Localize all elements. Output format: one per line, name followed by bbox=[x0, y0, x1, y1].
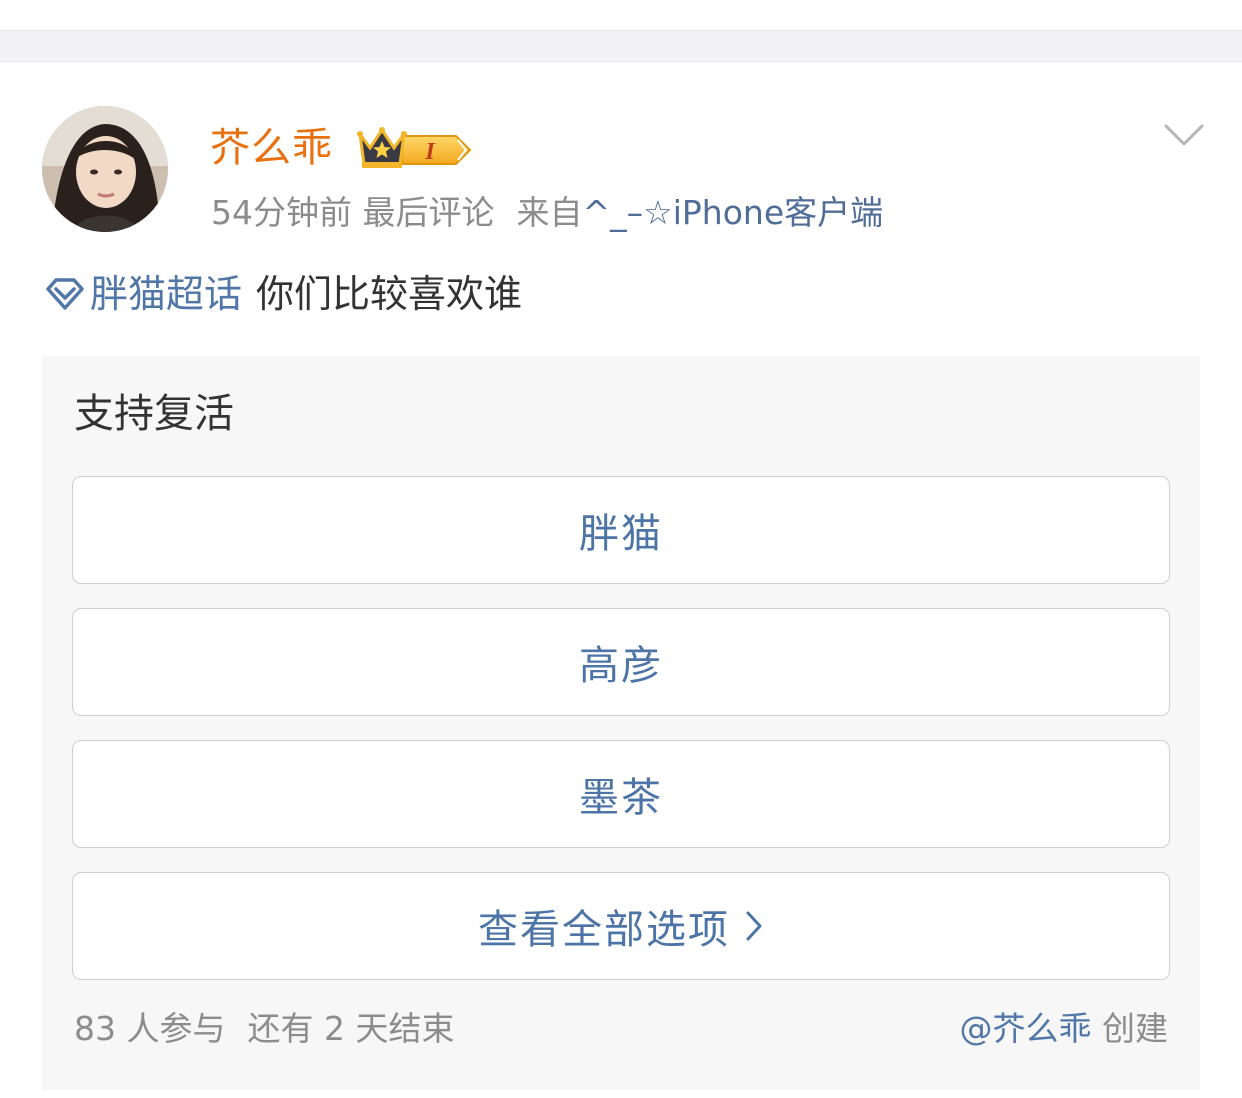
top-strip bbox=[0, 0, 1242, 30]
source-prefix: 来自 bbox=[516, 193, 583, 232]
post-body-text: 你们比较喜欢谁 bbox=[256, 272, 523, 316]
vip-crown-badge-icon[interactable]: I bbox=[356, 124, 474, 172]
vip-level-text: I bbox=[424, 139, 436, 165]
post-meta: 54分钟前 最后评论 来自^_–☆iPhone客户端 bbox=[211, 190, 883, 236]
poll-created-label: 创建 bbox=[1102, 1009, 1168, 1048]
poll-title: 支持复活 bbox=[74, 391, 234, 437]
avatar[interactable] bbox=[42, 106, 168, 232]
view-all-options-button[interactable]: 查看全部选项 bbox=[72, 872, 1170, 980]
chevron-down-icon[interactable] bbox=[1162, 118, 1206, 152]
username[interactable]: 芥么乖 bbox=[210, 122, 333, 174]
poll-option-label: 高彦 bbox=[579, 643, 663, 689]
poll-creator-info: @芥么乖 创建 bbox=[960, 1004, 1169, 1054]
post-source-link[interactable]: ^_–☆iPhone客户端 bbox=[583, 193, 884, 232]
poll-stats: 83 人参与 还有 2 天结束 bbox=[74, 1004, 454, 1054]
avatar-image bbox=[42, 106, 168, 232]
topic-label: 胖猫超话 bbox=[90, 272, 243, 316]
chevron-right-icon bbox=[744, 909, 764, 943]
poll-creator-link[interactable]: @芥么乖 bbox=[960, 1009, 1092, 1048]
poll-option[interactable]: 墨茶 bbox=[72, 740, 1170, 848]
topic-link[interactable]: 胖猫超话 bbox=[44, 266, 242, 322]
last-comment-label: 最后评论 bbox=[362, 193, 495, 232]
post-time: 54分钟前 bbox=[211, 193, 352, 232]
poll-option[interactable]: 胖猫 bbox=[72, 476, 1170, 584]
super-topic-diamond-icon bbox=[46, 278, 84, 310]
poll-option-label: 胖猫 bbox=[579, 511, 663, 557]
poll-card: 支持复活 胖猫 高彦 墨茶 查看全部选项 83 人参与 还有 2 天结束 @芥么乖… bbox=[42, 356, 1200, 1090]
poll-remaining: 还有 2 天结束 bbox=[247, 1009, 455, 1048]
view-all-options-label: 查看全部选项 bbox=[478, 907, 730, 953]
poll-option[interactable]: 高彦 bbox=[72, 608, 1170, 716]
feed-separator bbox=[0, 30, 1242, 62]
poll-option-label: 墨茶 bbox=[579, 775, 663, 821]
post-content: 胖猫超话 你们比较喜欢谁 bbox=[44, 266, 522, 322]
poll-participants: 83 人参与 bbox=[74, 1009, 226, 1048]
